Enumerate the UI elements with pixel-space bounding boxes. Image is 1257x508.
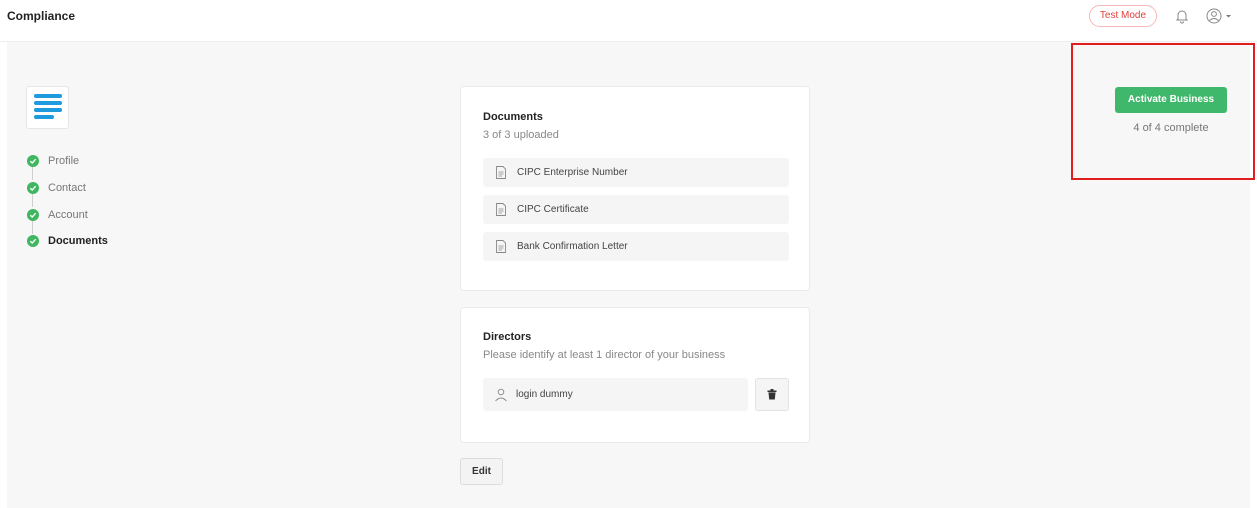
- page-title: Compliance: [7, 9, 76, 23]
- step-label: Account: [48, 209, 88, 221]
- check-icon: [27, 235, 39, 247]
- document-label: CIPC Enterprise Number: [517, 167, 628, 178]
- step-label: Documents: [48, 235, 108, 247]
- trash-icon: [767, 389, 777, 400]
- document-item[interactable]: CIPC Certificate: [483, 195, 789, 224]
- document-item[interactable]: Bank Confirmation Letter: [483, 232, 789, 261]
- edit-button[interactable]: Edit: [460, 458, 503, 485]
- card-title: Directors: [483, 331, 532, 343]
- chevron-down-icon: [1226, 15, 1231, 18]
- step-profile[interactable]: Profile: [27, 152, 147, 170]
- card-subtitle: Please identify at least 1 director of y…: [483, 349, 726, 361]
- step-account[interactable]: Account: [27, 206, 147, 224]
- card-subtitle: 3 of 3 uploaded: [483, 129, 559, 141]
- documents-card: Documents 3 of 3 uploaded CIPC Enterpris…: [460, 86, 810, 291]
- test-mode-badge[interactable]: Test Mode: [1089, 5, 1157, 27]
- check-icon: [27, 182, 39, 194]
- user-circle-icon: [1206, 8, 1231, 24]
- card-title: Documents: [483, 111, 543, 123]
- document-icon: [496, 203, 506, 216]
- directors-card: Directors Please identify at least 1 dir…: [460, 307, 810, 443]
- business-logo: [26, 86, 69, 129]
- activate-business-button[interactable]: Activate Business: [1115, 87, 1227, 113]
- document-label: CIPC Certificate: [517, 204, 589, 215]
- document-label: Bank Confirmation Letter: [517, 241, 628, 252]
- step-contact[interactable]: Contact: [27, 179, 147, 197]
- step-documents[interactable]: Documents: [27, 232, 147, 250]
- document-icon: [496, 166, 506, 179]
- bell-icon[interactable]: [1174, 8, 1190, 24]
- director-name: login dummy: [516, 389, 573, 400]
- document-icon: [496, 240, 506, 253]
- check-icon: [27, 155, 39, 167]
- top-bar: Compliance Test Mode: [0, 0, 1257, 42]
- check-icon: [27, 209, 39, 221]
- document-item[interactable]: CIPC Enterprise Number: [483, 158, 789, 187]
- person-icon: [495, 388, 507, 401]
- delete-director-button[interactable]: [755, 378, 789, 411]
- user-menu[interactable]: [1205, 7, 1235, 25]
- progress-text: 4 of 4 complete: [1133, 122, 1209, 134]
- step-label: Profile: [48, 155, 80, 167]
- step-label: Contact: [48, 182, 86, 194]
- director-item[interactable]: login dummy: [483, 378, 748, 411]
